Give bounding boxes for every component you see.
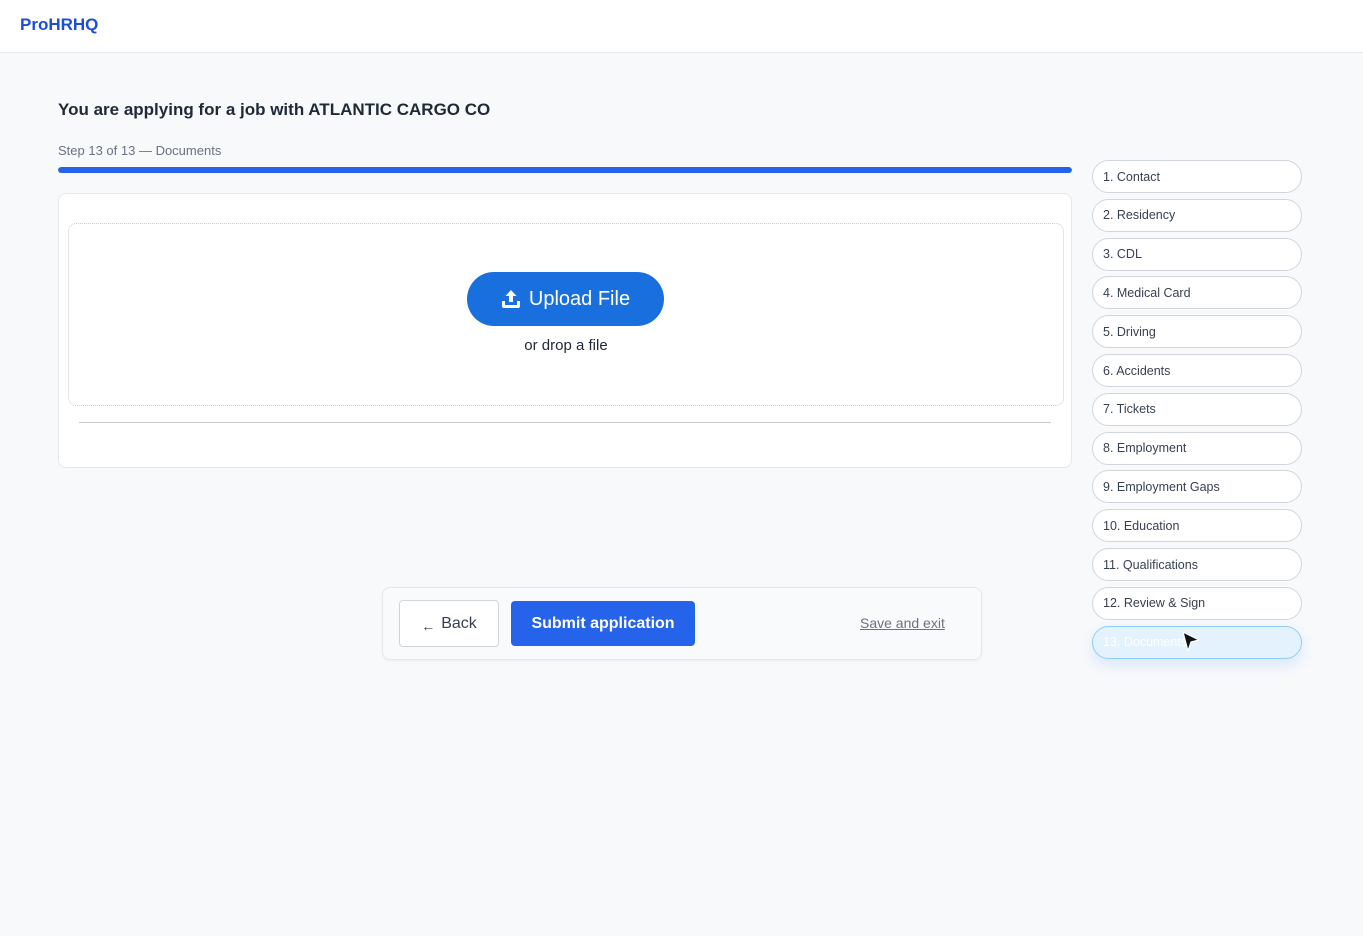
step-item-label: 6. Accidents: [1103, 363, 1171, 378]
step-item-2[interactable]: 2. Residency: [1092, 198, 1302, 232]
file-dropzone[interactable]: Upload File or drop a file: [68, 223, 1064, 406]
progress-bar-fill: [58, 167, 1072, 173]
step-item-label: 7. Tickets: [1103, 402, 1156, 417]
step-item-label: 12. Review & Sign: [1103, 596, 1206, 611]
page-title: You are applying for a job with ATLANTIC…: [58, 100, 491, 119]
step-item-label: 1. Contact: [1103, 169, 1160, 184]
step-item-3[interactable]: 3. CDL: [1092, 237, 1302, 271]
drop-hint: or drop a file: [524, 337, 608, 354]
upload-icon: [501, 290, 520, 308]
step-item-10[interactable]: 10. Education: [1092, 509, 1302, 543]
arrow-left-icon: ←: [421, 617, 436, 634]
step-item-label: 8. Employment: [1103, 441, 1187, 456]
step-item-5[interactable]: 5. Driving: [1092, 315, 1302, 349]
step-item-1[interactable]: 1. Contact: [1092, 160, 1302, 193]
step-item-7[interactable]: 7. Tickets: [1092, 392, 1302, 426]
step-item-11[interactable]: 11. Qualifications: [1092, 548, 1302, 581]
step-indicator: Step 13 of 13 — Documents: [58, 143, 222, 158]
step-item-label: 4. Medical Card: [1103, 285, 1191, 300]
back-label: Back: [441, 614, 477, 632]
documents-card: Upload File or drop a file: [58, 193, 1072, 468]
step-item-label: 5. Driving: [1103, 324, 1156, 339]
step-item-4[interactable]: 4. Medical Card: [1092, 276, 1302, 310]
step-item-label: 9. Employment Gaps: [1103, 479, 1220, 494]
step-item-label: 13. Documents: [1103, 635, 1188, 650]
submit-application-button[interactable]: Submit application: [511, 601, 695, 646]
top-bar: ProHRHQ: [0, 0, 1363, 53]
divider: [79, 422, 1051, 423]
step-item-label: 10. Education: [1103, 518, 1180, 533]
step-item-6[interactable]: 6. Accidents: [1092, 354, 1302, 387]
action-bar: ← Back Submit application Save and exit: [382, 587, 982, 660]
upload-file-label: Upload File: [528, 287, 631, 310]
progress-bar: [58, 167, 1072, 173]
step-item-label: 11. Qualifications: [1103, 557, 1198, 572]
step-item-label: 2. Residency: [1103, 208, 1176, 223]
upload-file-button[interactable]: Upload File: [467, 272, 664, 326]
mouse-cursor-icon: [1182, 631, 1200, 652]
step-item-8[interactable]: 8. Employment: [1092, 431, 1302, 465]
step-item-9[interactable]: 9. Employment Gaps: [1092, 470, 1302, 504]
back-button[interactable]: ← Back: [399, 600, 499, 647]
save-and-exit-link[interactable]: Save and exit: [860, 615, 945, 631]
step-item-12[interactable]: 12. Review & Sign: [1092, 586, 1302, 620]
step-item-label: 3. CDL: [1103, 247, 1142, 262]
brand-logo[interactable]: ProHRHQ: [20, 15, 98, 35]
